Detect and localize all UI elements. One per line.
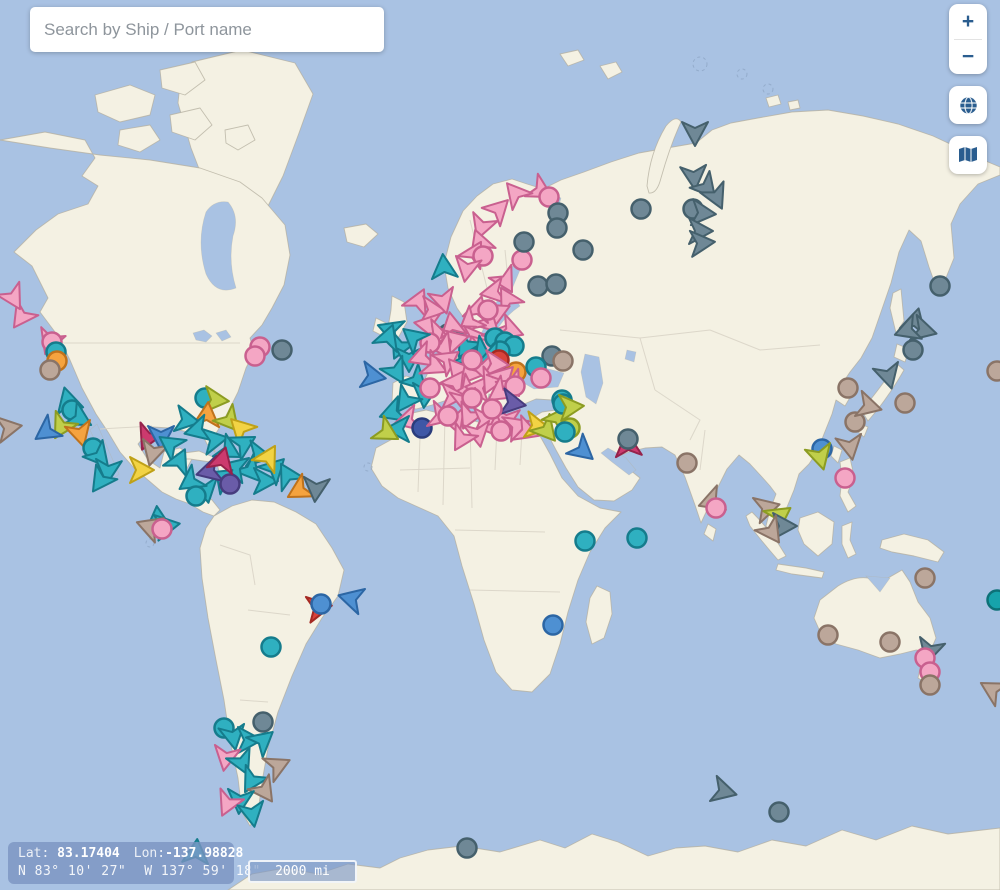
port-marker[interactable] xyxy=(310,593,332,615)
port-marker[interactable] xyxy=(513,231,535,253)
port-marker[interactable] xyxy=(554,421,576,443)
port-marker[interactable] xyxy=(527,275,549,297)
globe-view-button[interactable] xyxy=(949,86,987,124)
dms-lat: N 83° 10' 27" xyxy=(18,864,127,879)
port-marker[interactable] xyxy=(572,239,594,261)
port-marker[interactable] xyxy=(244,345,266,367)
lat-value: 83.17404 xyxy=(57,846,120,861)
port-marker[interactable] xyxy=(676,452,698,474)
scale-bar: 2000 mi xyxy=(248,860,357,883)
globe-icon xyxy=(959,96,977,114)
port-marker[interactable] xyxy=(837,377,859,399)
world-map[interactable] xyxy=(0,0,1000,890)
port-marker[interactable] xyxy=(574,530,596,552)
map-stage: + − Lat: 83.17404 Lon:-137.98828 N 83° 10… xyxy=(0,0,1000,890)
folded-map-icon xyxy=(959,147,977,162)
port-marker[interactable] xyxy=(894,392,916,414)
port-marker[interactable] xyxy=(919,674,941,696)
port-marker[interactable] xyxy=(151,518,173,540)
port-marker[interactable] xyxy=(511,249,533,271)
port-marker[interactable] xyxy=(411,417,433,439)
port-marker[interactable] xyxy=(530,367,552,389)
map-style-button[interactable] xyxy=(949,136,987,174)
zoom-out-button[interactable]: − xyxy=(949,40,987,75)
port-marker[interactable] xyxy=(617,428,639,450)
port-marker[interactable] xyxy=(490,420,512,442)
port-marker[interactable] xyxy=(260,636,282,658)
port-marker[interactable] xyxy=(626,527,648,549)
port-marker[interactable] xyxy=(552,350,574,372)
port-marker[interactable] xyxy=(481,398,503,420)
port-marker[interactable] xyxy=(630,198,652,220)
port-marker[interactable] xyxy=(219,473,241,495)
port-marker[interactable] xyxy=(546,217,568,239)
scale-label: 2000 mi xyxy=(275,864,330,879)
port-marker[interactable] xyxy=(834,467,856,489)
port-marker[interactable] xyxy=(705,497,727,519)
port-marker[interactable] xyxy=(986,589,1000,611)
port-marker[interactable] xyxy=(914,567,936,589)
port-marker[interactable] xyxy=(986,360,1000,382)
zoom-in-button[interactable]: + xyxy=(949,4,987,39)
port-marker[interactable] xyxy=(39,359,61,381)
port-marker[interactable] xyxy=(461,349,483,371)
zoom-control: + − xyxy=(949,4,987,74)
search-input[interactable] xyxy=(44,19,370,40)
port-marker[interactable] xyxy=(456,837,478,859)
port-marker[interactable] xyxy=(419,377,441,399)
lat-label: Lat: xyxy=(18,846,50,861)
lon-label: Lon: xyxy=(133,846,166,861)
coordinates-decimal: Lat: 83.17404 Lon:-137.98828 xyxy=(18,845,243,863)
port-marker[interactable] xyxy=(185,485,207,507)
coordinates-panel: Lat: 83.17404 Lon:-137.98828 N 83° 10' 27… xyxy=(8,842,260,884)
port-marker[interactable] xyxy=(545,273,567,295)
port-marker[interactable] xyxy=(437,405,459,427)
port-marker[interactable] xyxy=(477,299,499,321)
port-marker[interactable] xyxy=(817,624,839,646)
search-box[interactable] xyxy=(30,7,384,52)
port-marker[interactable] xyxy=(768,801,790,823)
port-marker[interactable] xyxy=(902,339,924,361)
port-marker[interactable] xyxy=(271,339,293,361)
port-marker[interactable] xyxy=(542,614,564,636)
coordinates-dms: N 83° 10' 27" W 137° 59' 18" xyxy=(18,863,260,881)
port-marker[interactable] xyxy=(929,275,951,297)
lon-value: -137.98828 xyxy=(165,846,244,861)
port-marker[interactable] xyxy=(879,631,901,653)
dms-lon: W 137° 59' 18" xyxy=(144,864,261,879)
port-marker[interactable] xyxy=(252,711,274,733)
